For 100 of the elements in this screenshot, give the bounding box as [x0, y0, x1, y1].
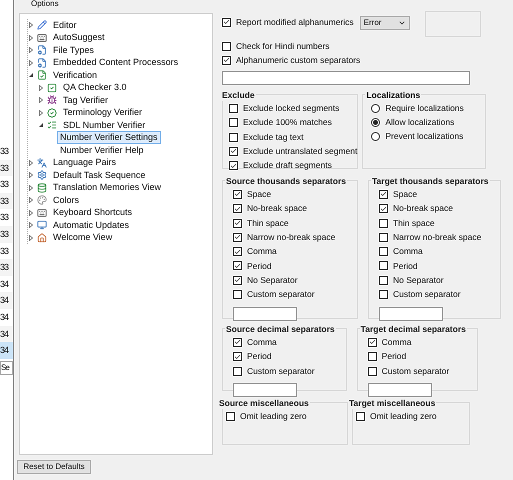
checkbox[interactable]	[378, 232, 388, 242]
checkbox[interactable]	[233, 204, 242, 214]
checkbox[interactable]	[368, 352, 377, 362]
tree-item-icon	[37, 220, 47, 230]
tree-item[interactable]: File Types	[50, 44, 97, 57]
tree-item[interactable]: Number Verifier Settings	[57, 131, 161, 144]
collapsed-arrow-icon[interactable]	[38, 110, 44, 116]
checkbox[interactable]	[233, 290, 242, 300]
collapsed-arrow-icon[interactable]	[28, 197, 34, 204]
radio-button[interactable]	[371, 132, 380, 141]
checkbox[interactable]	[233, 218, 242, 228]
checkbox[interactable]	[233, 338, 242, 347]
collapsed-arrow-icon[interactable]	[28, 234, 34, 241]
checkbox-label: No-break space	[247, 202, 308, 216]
checkbox-label: Exclude draft segments	[243, 159, 332, 172]
checkbox[interactable]	[233, 190, 242, 199]
tree-item[interactable]: Number Verifier Help	[57, 144, 147, 157]
tree-item[interactable]: AutoSuggest	[50, 31, 108, 44]
checkbox[interactable]	[378, 261, 388, 270]
radio-label: Require localizations	[385, 102, 464, 115]
custom-separator-input[interactable]	[378, 306, 443, 321]
collapsed-arrow-icon[interactable]	[38, 97, 44, 104]
checkbox[interactable]	[378, 204, 388, 214]
checkbox[interactable]	[233, 232, 242, 242]
checkbox[interactable]	[229, 132, 238, 142]
checkbox[interactable]	[368, 366, 377, 376]
checkbox[interactable]	[222, 56, 231, 65]
expanded-arrow-icon[interactable]	[38, 122, 44, 128]
tree-item-icon	[37, 170, 47, 180]
checkbox-label: Custom separator	[247, 288, 315, 301]
checkbox-label: Period	[382, 350, 406, 364]
checkbox[interactable]	[378, 290, 388, 300]
tree-item[interactable]: Colors	[50, 194, 82, 207]
list-footer: Se	[0, 360, 13, 375]
tree-item[interactable]: Automatic Updates	[50, 218, 132, 232]
checkbox[interactable]	[229, 118, 238, 128]
checkbox[interactable]	[356, 412, 365, 421]
checkbox[interactable]	[378, 247, 388, 256]
checkbox[interactable]	[233, 247, 242, 256]
custom-separator-input[interactable]	[233, 383, 297, 398]
checkbox-label: Narrow no-break space	[247, 231, 336, 244]
severity-dropdown[interactable]: Error	[360, 16, 410, 30]
list-row[interactable]: 33	[0, 226, 13, 243]
tree-item[interactable]: QA Checker 3.0	[60, 81, 130, 94]
checkbox[interactable]	[378, 190, 388, 199]
checkbox-label: Narrow no-break space	[392, 231, 482, 244]
collapsed-arrow-icon[interactable]	[38, 84, 44, 91]
collapsed-arrow-icon[interactable]	[28, 222, 34, 228]
checkbox[interactable]	[233, 366, 242, 376]
list-row[interactable]: 33	[0, 160, 13, 176]
tree-item[interactable]: Terminology Verifier	[60, 106, 146, 120]
custom-separator-input[interactable]	[368, 383, 432, 398]
collapsed-arrow-icon[interactable]	[28, 172, 34, 178]
tree-item[interactable]: Verification	[50, 68, 100, 82]
checkbox[interactable]	[222, 42, 231, 51]
checkbox[interactable]	[378, 276, 388, 285]
tree-item-icon	[37, 232, 47, 243]
collapsed-arrow-icon[interactable]	[28, 184, 34, 191]
checkbox[interactable]	[229, 146, 238, 156]
checkbox-label: Alphanumeric custom separators	[236, 54, 360, 67]
collapsed-arrow-icon[interactable]	[28, 160, 34, 166]
tree-item[interactable]: Tag Verifier	[60, 94, 112, 107]
expanded-arrow-icon[interactable]	[28, 72, 34, 78]
checkbox[interactable]	[368, 338, 377, 347]
radio-button[interactable]	[371, 104, 380, 113]
collapsed-arrow-icon[interactable]	[28, 47, 34, 54]
reset-button[interactable]: Reset to Defaults	[17, 460, 91, 474]
tree-item[interactable]: Welcome View	[50, 231, 116, 244]
checkbox[interactable]	[229, 104, 238, 113]
tree-item[interactable]: Editor	[50, 18, 80, 32]
tree-item[interactable]: Keyboard Shortcuts	[50, 206, 136, 220]
checkbox[interactable]	[222, 18, 231, 27]
checkbox[interactable]	[233, 352, 242, 362]
checkbox[interactable]	[378, 218, 388, 228]
tree-item[interactable]: Embedded Content Processors	[50, 56, 182, 70]
checkbox[interactable]	[226, 412, 235, 421]
radio-button[interactable]	[371, 118, 380, 127]
tree-item-icon	[47, 82, 57, 93]
checkbox[interactable]	[229, 161, 238, 170]
list-row[interactable]: 33	[0, 259, 13, 276]
checkbox-label: Omit leading zero	[240, 410, 307, 423]
tree-item[interactable]: Default Task Sequence	[50, 168, 148, 182]
tree-item[interactable]: Translation Memories View	[50, 181, 164, 194]
collapsed-arrow-icon[interactable]	[28, 22, 34, 28]
collapsed-arrow-icon[interactable]	[28, 34, 34, 41]
tree-item[interactable]: Language Pairs	[50, 156, 120, 170]
tree-item[interactable]: SDL Number Verifier	[60, 118, 148, 132]
collapsed-arrow-icon[interactable]	[28, 60, 34, 66]
list-row[interactable]: 34	[0, 342, 13, 359]
custom-separators-input[interactable]	[222, 70, 470, 85]
group-title: Localizations	[365, 88, 422, 102]
checkbox[interactable]	[233, 276, 242, 285]
checkbox-label: Comma	[392, 245, 423, 258]
checkbox-label: Omit leading zero	[370, 410, 437, 423]
list-row[interactable]: 34	[0, 292, 13, 309]
list-row[interactable]: 34	[0, 326, 13, 342]
custom-separator-input[interactable]	[233, 306, 297, 321]
checkbox[interactable]	[233, 261, 242, 270]
list-row[interactable]: 33	[0, 192, 13, 210]
collapsed-arrow-icon[interactable]	[28, 210, 34, 216]
